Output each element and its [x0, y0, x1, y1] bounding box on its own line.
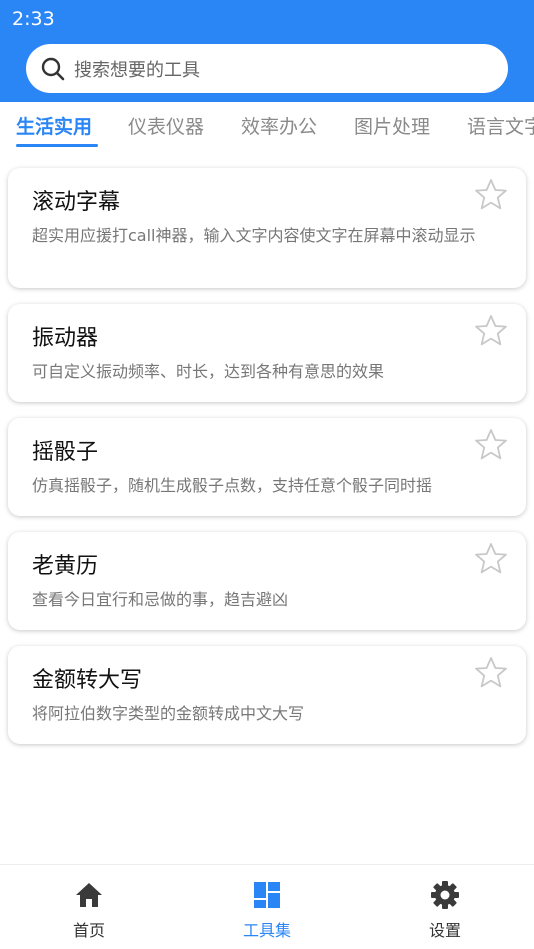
tool-title: 老黄历	[32, 554, 99, 579]
tool-card[interactable]: 振动器 可自定义振动频率、时长，达到各种有意思的效果	[8, 304, 526, 402]
gear-icon	[431, 881, 459, 909]
star-icon[interactable]	[474, 314, 508, 348]
app-header: 2:33 搜索想要的工具	[0, 0, 534, 102]
grid-icon	[254, 882, 280, 908]
tool-description: 可自定义振动频率、时长，达到各种有意思的效果	[32, 362, 385, 381]
tool-card[interactable]: 滚动字幕 超实用应援打call神器，输入文字内容使文字在屏幕中滚动显示	[8, 168, 526, 288]
tool-title: 振动器	[32, 326, 99, 351]
star-icon[interactable]	[474, 178, 508, 212]
tool-description: 仿真摇骰子，随机生成骰子点数，支持任意个骰子同时摇	[32, 476, 433, 495]
tool-title: 摇骰子	[32, 440, 99, 465]
nav-settings[interactable]: 设置	[385, 879, 505, 941]
tool-title: 金额转大写	[32, 668, 143, 693]
tab-office[interactable]: 效率办公	[241, 112, 317, 139]
star-icon[interactable]	[474, 656, 508, 690]
home-icon	[76, 883, 102, 907]
bottom-navigation: 首页 工具集 设置	[0, 864, 534, 949]
search-icon	[41, 57, 65, 80]
tab-life-utility[interactable]: 生活实用	[16, 112, 92, 139]
active-tab-indicator	[16, 144, 98, 147]
tab-instruments[interactable]: 仪表仪器	[128, 112, 204, 139]
tab-image[interactable]: 图片处理	[354, 112, 430, 139]
nav-toolset[interactable]: 工具集	[207, 879, 327, 941]
star-icon[interactable]	[474, 542, 508, 576]
tool-title: 滚动字幕	[32, 190, 121, 215]
tool-description: 查看今日宜行和忌做的事，趋吉避凶	[32, 590, 289, 609]
tab-language[interactable]: 语言文字	[467, 112, 534, 139]
search-placeholder[interactable]: 搜索想要的工具	[74, 56, 200, 82]
nav-toolset-label: 工具集	[242, 921, 291, 940]
tool-card[interactable]: 老黄历 查看今日宜行和忌做的事，趋吉避凶	[8, 532, 526, 630]
tool-card[interactable]: 金额转大写 将阿拉伯数字类型的金额转成中文大写	[8, 646, 526, 744]
nav-settings-label: 设置	[428, 921, 461, 940]
status-time: 2:33	[12, 8, 55, 30]
tool-description: 超实用应援打call神器，输入文字内容使文字在屏幕中滚动显示	[32, 226, 476, 245]
nav-home-label: 首页	[72, 921, 105, 940]
tool-card[interactable]: 摇骰子 仿真摇骰子，随机生成骰子点数，支持任意个骰子同时摇	[8, 418, 526, 516]
tool-description: 将阿拉伯数字类型的金额转成中文大写	[32, 704, 305, 723]
nav-home[interactable]: 首页	[29, 879, 149, 941]
search-bar[interactable]: 搜索想要的工具	[26, 44, 508, 93]
star-icon[interactable]	[474, 428, 508, 462]
